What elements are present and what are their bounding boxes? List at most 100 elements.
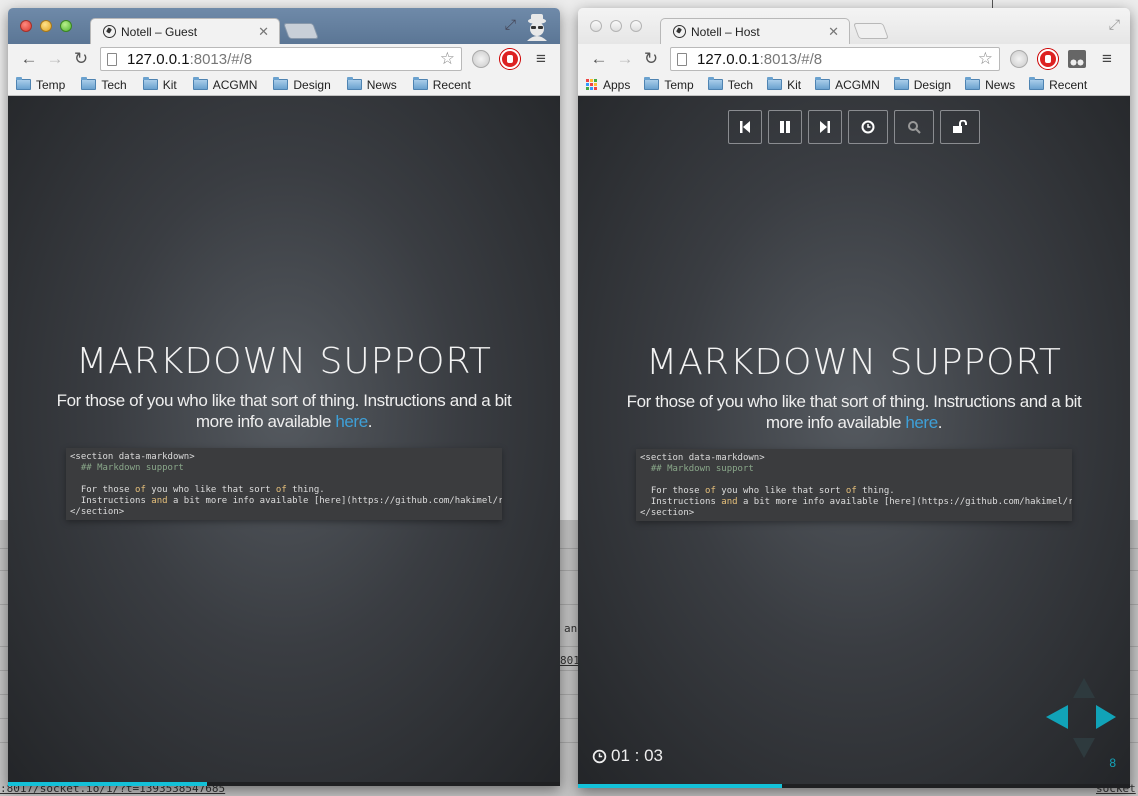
page-icon (677, 52, 687, 66)
bookmark-folder-news[interactable]: News (965, 77, 1016, 92)
forward-button[interactable]: → (42, 49, 68, 69)
menu-icon[interactable]: ≡ (1102, 49, 1112, 69)
devtools-text: 801 (560, 654, 580, 667)
bookmark-label: Apps (603, 77, 631, 92)
bookmark-star-icon[interactable]: ☆ (440, 49, 455, 69)
url-path: :8013/#/8 (759, 50, 823, 68)
sync-extension-icon[interactable] (1010, 50, 1028, 68)
back-button[interactable]: ← (586, 49, 612, 69)
bookmark-folder-design[interactable]: Design (273, 77, 331, 92)
new-tab-button[interactable] (283, 23, 319, 39)
code-line: a bit more info available [here](https:/… (167, 496, 502, 506)
elapsed-timer: 01 : 03 (592, 746, 663, 766)
close-tab-icon[interactable]: ✕ (258, 24, 269, 40)
bookmark-label: Recent (432, 77, 471, 92)
bookmark-label: Recent (1049, 77, 1088, 92)
timer-button[interactable] (848, 110, 888, 144)
bookmark-folder-tech[interactable]: Tech (707, 77, 753, 92)
minimize-window-button[interactable] (40, 20, 52, 32)
code-line: </section> (640, 508, 695, 518)
code-line: a bit more info available [here](https:/… (737, 497, 1072, 507)
bookmark-folder-temp[interactable]: Temp (644, 77, 694, 92)
code-keyword: of (275, 485, 287, 495)
code-line: Instructions (640, 497, 722, 507)
bookmark-folder-temp[interactable]: Temp (16, 77, 65, 92)
progress-fill (8, 782, 207, 786)
browser-tab[interactable]: Notell – Guest ✕ (90, 18, 280, 44)
browser-tab[interactable]: Notell – Host ✕ (660, 18, 850, 44)
code-line: <section data-markdown> (70, 452, 195, 462)
code-line: ## Markdown support (70, 463, 184, 473)
notell-favicon-icon (103, 25, 116, 38)
nav-up-arrow-icon[interactable] (1073, 678, 1095, 698)
code-keyword: of (845, 486, 857, 496)
bookmark-label: Kit (787, 77, 802, 92)
progress-fill (578, 784, 783, 788)
ghostery-extension-icon[interactable] (1068, 50, 1086, 68)
adblock-extension-icon[interactable] (1038, 49, 1058, 69)
bookmark-folder-news[interactable]: News (346, 77, 397, 92)
folder-icon (346, 77, 362, 90)
devtools-text: an (564, 622, 578, 635)
search-button[interactable] (894, 110, 934, 144)
bookmark-folder-kit[interactable]: Kit (142, 77, 177, 92)
bookmark-folder-kit[interactable]: Kit (767, 77, 802, 92)
fullscreen-icon[interactable]: ⤢ (505, 16, 516, 33)
folder-icon (893, 77, 909, 90)
bookmark-label: Tech (101, 77, 127, 92)
code-line: Instructions (70, 496, 152, 506)
title-bar: Notell – Guest ✕ ⤢ (8, 8, 560, 44)
here-link[interactable]: here (335, 412, 368, 431)
slide-progress-bar (578, 784, 1130, 788)
code-line: For those (70, 485, 136, 495)
url-host: 127.0.0.1 (697, 50, 760, 68)
bookmark-folder-acgmn[interactable]: ACGMN (815, 77, 880, 92)
slide-text-period: . (937, 413, 943, 432)
bookmark-star-icon[interactable]: ☆ (978, 49, 993, 69)
zoom-window-button[interactable] (630, 20, 642, 32)
slide: MARKDOWN SUPPORT For those of you who li… (8, 341, 560, 520)
next-slide-button[interactable] (808, 110, 842, 144)
bookmark-folder-tech[interactable]: Tech (81, 77, 127, 92)
bookmark-folder-recent[interactable]: Recent (412, 77, 471, 92)
nav-left-arrow-icon[interactable] (1046, 705, 1068, 729)
unlock-button[interactable] (940, 110, 980, 144)
reload-button[interactable]: ↻ (68, 49, 94, 69)
minimize-window-button[interactable] (610, 20, 622, 32)
code-keyword: and (721, 497, 738, 507)
title-bar: Notell – Host ✕ ⤢ (578, 8, 1130, 44)
slide-progress-bar (8, 782, 560, 786)
slide: MARKDOWN SUPPORT For those of you who li… (578, 342, 1130, 521)
nav-right-arrow-icon[interactable] (1096, 705, 1116, 729)
zoom-window-button[interactable] (60, 20, 72, 32)
fullscreen-icon[interactable]: ⤢ (1109, 16, 1120, 33)
address-bar[interactable]: 127.0.0.1:8013/#/8 ☆ (100, 47, 462, 71)
bookmark-apps[interactable]: Apps (586, 78, 630, 92)
adblock-extension-icon[interactable] (500, 49, 520, 69)
bookmark-folder-design[interactable]: Design (893, 77, 951, 92)
skip-forward-icon (820, 121, 830, 133)
host-browser-window: Notell – Host ✕ ⤢ ← → ↻ 127.0.0.1:8013/#… (578, 8, 1130, 788)
bookmark-folder-recent[interactable]: Recent (1029, 77, 1088, 92)
slide-title: MARKDOWN SUPPORT (646, 342, 1062, 383)
bookmark-folder-acgmn[interactable]: ACGMN (192, 77, 257, 92)
menu-icon[interactable]: ≡ (536, 49, 546, 69)
new-tab-button[interactable] (853, 23, 889, 39)
close-tab-icon[interactable]: ✕ (828, 24, 839, 40)
sync-extension-icon[interactable] (472, 50, 490, 68)
reload-button[interactable]: ↻ (638, 49, 664, 69)
close-window-button[interactable] (590, 20, 602, 32)
here-link[interactable]: here (905, 413, 938, 432)
pause-button[interactable] (768, 110, 802, 144)
code-line: </section> (70, 507, 125, 517)
previous-slide-button[interactable] (728, 110, 762, 144)
notell-favicon-icon (673, 25, 686, 38)
address-bar[interactable]: 127.0.0.1:8013/#/8 ☆ (670, 47, 1000, 71)
back-button[interactable]: ← (16, 49, 42, 69)
url-path: :8013/#/8 (189, 50, 253, 68)
nav-down-arrow-icon[interactable] (1073, 738, 1095, 758)
close-window-button[interactable] (20, 20, 32, 32)
forward-button[interactable]: → (612, 49, 638, 69)
bookmark-label: News (985, 77, 1016, 92)
code-keyword: of (135, 485, 146, 495)
